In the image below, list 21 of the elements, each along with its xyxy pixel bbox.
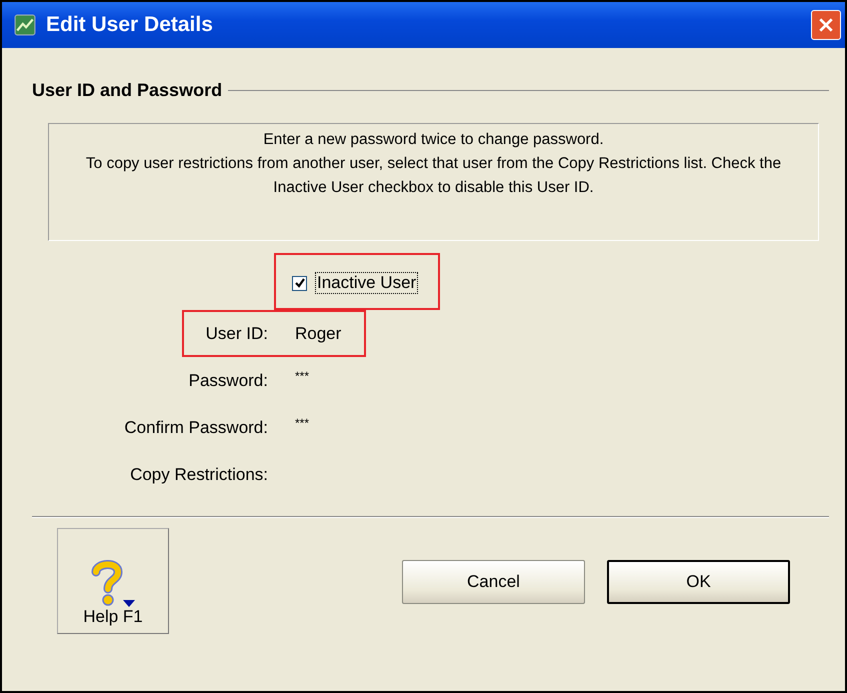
section-title: User ID and Password [32, 80, 222, 101]
close-icon [818, 17, 834, 33]
close-button[interactable] [811, 10, 841, 40]
dialog-button[interactable]: OK [607, 560, 790, 604]
help-button[interactable]: Help F1 [57, 528, 169, 634]
question-mark-icon [91, 559, 123, 607]
masked-value: *** [295, 416, 310, 430]
field-label: Copy Restrictions: [130, 464, 268, 484]
window-title: Edit User Details [46, 13, 214, 37]
dropdown-arrow-icon [123, 600, 135, 607]
chart-icon [14, 14, 36, 36]
field-label: Password: [188, 370, 268, 390]
field-label: User ID: [206, 324, 268, 344]
instruction-text: Enter a new password twice to change password. [262, 130, 605, 150]
field-label: Confirm Password: [124, 418, 268, 438]
dialog-button[interactable]: Cancel [402, 560, 585, 604]
masked-value: *** [295, 369, 310, 383]
checkbox[interactable] [292, 276, 307, 290]
field-value: Roger [295, 324, 342, 344]
instruction-text: To copy user restrictions from another user, select that user from the Copy Restrictions list. Check the Inactive User checkbox to disable this User ID. [84, 154, 782, 198]
checkbox-label[interactable]: Inactive User [315, 272, 418, 294]
